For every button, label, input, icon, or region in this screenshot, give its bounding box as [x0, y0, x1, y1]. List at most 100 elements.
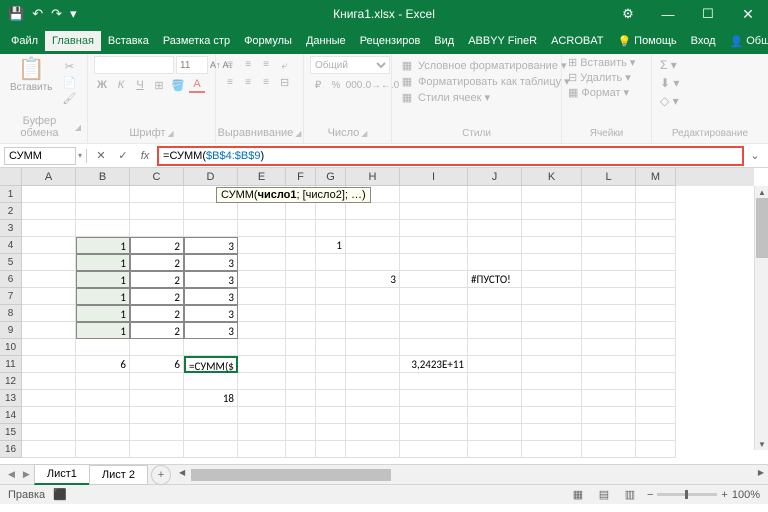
copy-button[interactable]: 📄: [62, 76, 76, 89]
tab-insert[interactable]: Вставка: [101, 31, 156, 51]
cell-B11[interactable]: 6: [76, 356, 130, 373]
cell-H12[interactable]: [346, 373, 400, 390]
cell-M12[interactable]: [636, 373, 676, 390]
cell-M3[interactable]: [636, 220, 676, 237]
cell-I3[interactable]: [400, 220, 468, 237]
cell-H10[interactable]: [346, 339, 400, 356]
close-button[interactable]: ✕: [728, 0, 768, 28]
cell-E9[interactable]: [238, 322, 286, 339]
cell-H6[interactable]: 3: [346, 271, 400, 288]
row-header-13[interactable]: 13: [0, 390, 22, 407]
confirm-formula-button[interactable]: ✓: [113, 147, 133, 165]
cell-M8[interactable]: [636, 305, 676, 322]
cell-I10[interactable]: [400, 339, 468, 356]
cell-F10[interactable]: [286, 339, 316, 356]
cell-A11[interactable]: [22, 356, 76, 373]
cell-E6[interactable]: [238, 271, 286, 288]
fill-color-button[interactable]: 🪣: [170, 77, 186, 93]
cell-G10[interactable]: [316, 339, 346, 356]
cell-F15[interactable]: [286, 424, 316, 441]
cell-A2[interactable]: [22, 203, 76, 220]
cell-M13[interactable]: [636, 390, 676, 407]
page-break-view-button[interactable]: ▥: [621, 487, 639, 503]
cell-H14[interactable]: [346, 407, 400, 424]
vscroll-thumb[interactable]: [756, 198, 768, 258]
cell-F13[interactable]: [286, 390, 316, 407]
add-sheet-button[interactable]: +: [151, 465, 171, 485]
row-header-9[interactable]: 9: [0, 322, 22, 339]
col-header-I[interactable]: I: [400, 168, 468, 186]
format-cells-button[interactable]: ▦Формат ▾: [568, 86, 635, 99]
cancel-formula-button[interactable]: ✕: [91, 147, 111, 165]
cell-G14[interactable]: [316, 407, 346, 424]
cell-H8[interactable]: [346, 305, 400, 322]
cut-button[interactable]: ✂: [62, 60, 76, 73]
format-painter-button[interactable]: 🖌: [62, 92, 76, 105]
cell-L15[interactable]: [582, 424, 636, 441]
column-headers[interactable]: ABCDEFGHIJKLM: [22, 168, 754, 186]
cell-L10[interactable]: [582, 339, 636, 356]
cell-B10[interactable]: [76, 339, 130, 356]
cell-K4[interactable]: [522, 237, 582, 254]
cell-C2[interactable]: [130, 203, 184, 220]
cell-D9[interactable]: 3: [184, 322, 238, 339]
tab-data[interactable]: Данные: [299, 31, 353, 51]
cell-E15[interactable]: [238, 424, 286, 441]
row-header-3[interactable]: 3: [0, 220, 22, 237]
row-header-2[interactable]: 2: [0, 203, 22, 220]
zoom-control[interactable]: − + 100%: [647, 489, 760, 501]
col-header-L[interactable]: L: [582, 168, 636, 186]
zoom-level[interactable]: 100%: [732, 489, 760, 501]
cell-G7[interactable]: [316, 288, 346, 305]
cell-C15[interactable]: [130, 424, 184, 441]
cell-I2[interactable]: [400, 203, 468, 220]
cell-I1[interactable]: [400, 186, 468, 203]
cell-D15[interactable]: [184, 424, 238, 441]
row-headers[interactable]: 12345678910111213141516: [0, 186, 22, 458]
cell-C1[interactable]: [130, 186, 184, 203]
cell-K2[interactable]: [522, 203, 582, 220]
zoom-in-button[interactable]: +: [721, 489, 727, 501]
row-header-12[interactable]: 12: [0, 373, 22, 390]
cell-A1[interactable]: [22, 186, 76, 203]
tab-view[interactable]: Вид: [427, 31, 461, 51]
hscroll-thumb[interactable]: [191, 469, 391, 481]
cell-L2[interactable]: [582, 203, 636, 220]
cell-K12[interactable]: [522, 373, 582, 390]
row-header-1[interactable]: 1: [0, 186, 22, 203]
cell-A8[interactable]: [22, 305, 76, 322]
cell-M10[interactable]: [636, 339, 676, 356]
fill-button[interactable]: ⬇ ▾: [660, 76, 679, 90]
name-box[interactable]: СУММ: [4, 147, 76, 165]
cell-F8[interactable]: [286, 305, 316, 322]
save-icon[interactable]: 💾: [8, 6, 24, 22]
cell-G13[interactable]: [316, 390, 346, 407]
cell-H5[interactable]: [346, 254, 400, 271]
tab-layout[interactable]: Разметка стр: [156, 31, 237, 51]
cell-L12[interactable]: [582, 373, 636, 390]
scroll-up-icon[interactable]: ▲: [755, 186, 768, 198]
login-button[interactable]: Вход: [684, 31, 723, 51]
cell-G8[interactable]: [316, 305, 346, 322]
cell-K7[interactable]: [522, 288, 582, 305]
format-as-table-button[interactable]: ▦Форматировать как таблицу ▾: [400, 74, 570, 88]
cell-J14[interactable]: [468, 407, 522, 424]
cell-M6[interactable]: [636, 271, 676, 288]
cell-M14[interactable]: [636, 407, 676, 424]
cell-C9[interactable]: 2: [130, 322, 184, 339]
delete-cells-button[interactable]: ⊟Удалить ▾: [568, 71, 635, 84]
cell-C4[interactable]: 2: [130, 237, 184, 254]
cell-A12[interactable]: [22, 373, 76, 390]
cell-F9[interactable]: [286, 322, 316, 339]
cell-E16[interactable]: [238, 441, 286, 458]
maximize-button[interactable]: ☐: [688, 0, 728, 28]
cell-H11[interactable]: [346, 356, 400, 373]
cell-H15[interactable]: [346, 424, 400, 441]
cell-I4[interactable]: [400, 237, 468, 254]
cell-I7[interactable]: [400, 288, 468, 305]
cell-G3[interactable]: [316, 220, 346, 237]
cell-L8[interactable]: [582, 305, 636, 322]
formula-input[interactable]: =СУММ($B$4:$B$9): [157, 146, 744, 166]
row-header-14[interactable]: 14: [0, 407, 22, 424]
cell-A13[interactable]: [22, 390, 76, 407]
